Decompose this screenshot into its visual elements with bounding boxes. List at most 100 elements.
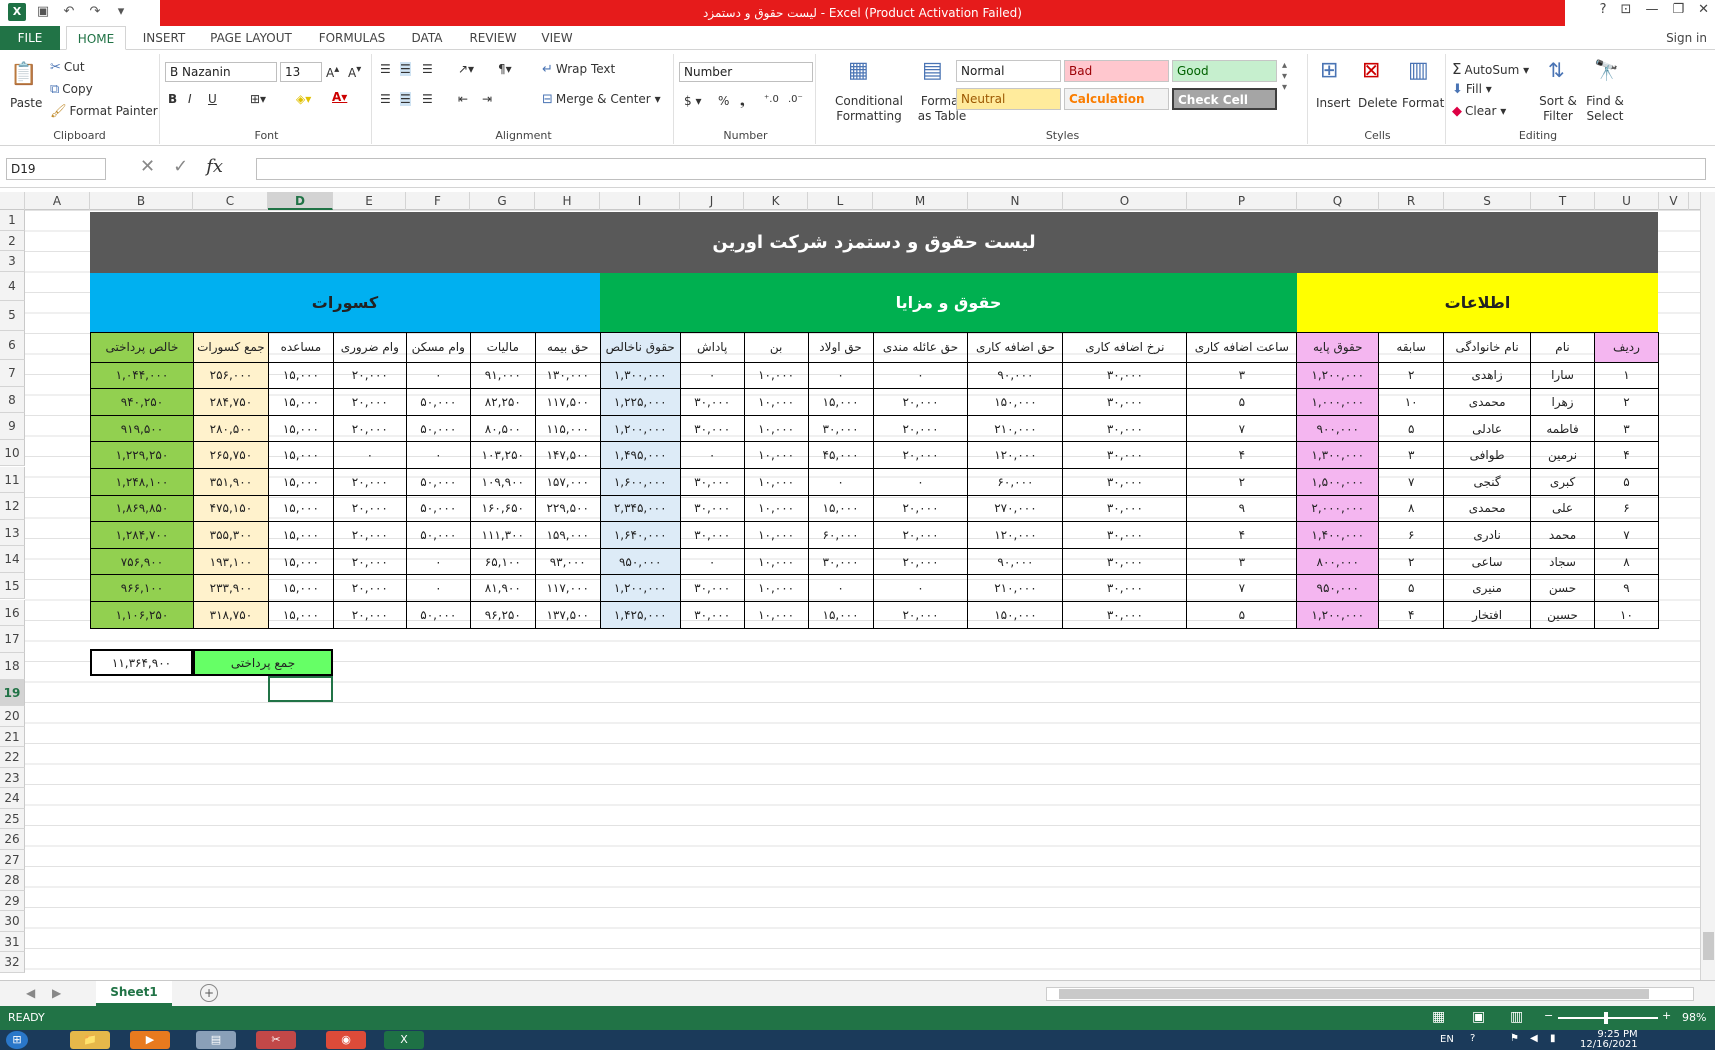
table-cell[interactable]: ۲۵۶,۰۰۰ — [192, 361, 269, 390]
table-cell[interactable]: ۱۲۰,۰۰۰ — [967, 521, 1064, 549]
table-cell[interactable]: ۳۰,۰۰۰ — [807, 547, 874, 576]
table-cell[interactable]: ۲۸۴,۷۵۰ — [192, 388, 269, 416]
minimize-icon[interactable]: — — [1645, 2, 1658, 17]
delete-cells-icon[interactable]: ⊠ — [1362, 58, 1380, 83]
table-cell[interactable]: ۱ — [1593, 361, 1660, 390]
table-cell[interactable]: ۹۳,۰۰۰ — [534, 547, 601, 576]
sort-filter-icon[interactable]: ⇅ — [1548, 58, 1565, 82]
table-cell[interactable]: حسین — [1530, 600, 1595, 629]
row-header-12[interactable]: 12 — [0, 493, 25, 520]
table-cell[interactable]: ۱۲۰,۰۰۰ — [967, 441, 1064, 469]
table-cell[interactable]: ۱۰,۰۰۰ — [743, 467, 809, 496]
table-cell[interactable]: ۰ — [872, 361, 969, 390]
table-cell[interactable]: ۲۸۰,۵۰۰ — [192, 414, 269, 443]
undo-icon[interactable]: ↶ — [60, 3, 78, 21]
table-cell[interactable]: ۳ — [1186, 547, 1298, 576]
vertical-scrollbar[interactable] — [1700, 192, 1715, 980]
table-cell[interactable]: ۲۰,۰۰۰ — [872, 441, 969, 469]
normal-view-icon[interactable]: ▦ — [1432, 1009, 1445, 1025]
table-cell[interactable]: ۱۵,۰۰۰ — [267, 574, 334, 602]
table-cell[interactable]: ۰ — [872, 467, 969, 496]
table-cell[interactable]: ۱,۲۴۸,۱۰۰ — [90, 467, 194, 496]
table-cell[interactable]: ۳۰,۰۰۰ — [679, 414, 745, 443]
font-name-select[interactable]: B Nazanin — [165, 62, 277, 82]
row-header-13[interactable]: 13 — [0, 519, 25, 547]
table-cell[interactable]: ۳۰,۰۰۰ — [1062, 600, 1188, 629]
table-cell[interactable]: ۱۵,۰۰۰ — [267, 494, 334, 523]
row-header-6[interactable]: 6 — [0, 330, 25, 361]
zoom-slider[interactable] — [1558, 1012, 1658, 1024]
table-cell[interactable]: ۰ — [679, 441, 745, 469]
sort-filter-button[interactable]: Sort & Filter — [1536, 94, 1580, 124]
name-box[interactable]: D19 — [6, 158, 106, 180]
table-cell[interactable]: ۱۰,۰۰۰ — [743, 441, 809, 469]
table-cell[interactable]: ۲ — [1378, 361, 1445, 390]
table-cell[interactable]: ۱,۲۰۰,۰۰۰ — [599, 574, 681, 602]
table-cell[interactable]: ۱۳۷,۵۰۰ — [534, 600, 601, 629]
format-cells-icon[interactable]: ▥ — [1408, 58, 1429, 83]
table-cell[interactable]: ۰ — [332, 441, 407, 469]
tab-page-layout[interactable]: PAGE LAYOUT — [204, 26, 298, 50]
shrink-font-icon[interactable]: A▾ — [348, 64, 361, 80]
close-icon[interactable]: ✕ — [1698, 2, 1709, 17]
table-cell[interactable]: ۵ — [1593, 467, 1660, 496]
table-cell[interactable]: ۲۰,۰۰۰ — [872, 388, 969, 416]
table-cell[interactable]: ۵ — [1378, 414, 1445, 443]
column-header-cell[interactable]: حق عائله مندی — [872, 332, 969, 363]
table-cell[interactable]: ۱,۲۲۹,۲۵۰ — [90, 441, 194, 469]
table-cell[interactable]: ۲۰,۰۰۰ — [332, 600, 407, 629]
table-cell[interactable]: ۸۰,۵۰۰ — [469, 414, 536, 443]
table-cell[interactable]: ۹۰,۰۰۰ — [967, 547, 1064, 576]
table-cell[interactable]: ۶ — [1593, 494, 1660, 523]
table-cell[interactable]: ۰ — [807, 574, 874, 602]
table-cell[interactable]: ۱,۴۰۰,۰۰۰ — [1296, 521, 1380, 549]
ribbon-display-icon[interactable]: ⊡ — [1621, 2, 1632, 17]
table-cell[interactable]: منیری — [1443, 574, 1532, 602]
table-cell[interactable]: ۴ — [1378, 600, 1445, 629]
table-cell[interactable]: علی — [1530, 494, 1595, 523]
table-cell[interactable]: ۱۵,۰۰۰ — [267, 361, 334, 390]
sheet-tab-sheet1[interactable]: Sheet1 — [96, 981, 172, 1006]
column-header-cell[interactable]: وام مسکن — [405, 332, 471, 363]
increase-indent-icon[interactable]: ⇥ — [482, 92, 492, 106]
col-header-g[interactable]: G — [470, 192, 535, 210]
row-header-32[interactable]: 32 — [0, 952, 25, 973]
column-header-cell[interactable]: حقوق پایه — [1296, 332, 1380, 363]
table-cell[interactable]: ۹۰۰,۰۰۰ — [1296, 414, 1380, 443]
col-header-o[interactable]: O — [1063, 192, 1187, 210]
table-cell[interactable]: ۲۰,۰۰۰ — [872, 494, 969, 523]
column-header-cell[interactable]: وام ضروری — [332, 332, 407, 363]
conditional-formatting-button[interactable]: Conditional Formatting — [824, 94, 914, 124]
table-cell[interactable]: ۷ — [1378, 467, 1445, 496]
column-header-cell[interactable]: سابقه — [1378, 332, 1445, 363]
row-header-18[interactable]: 18 — [0, 652, 25, 680]
next-sheet-icon[interactable]: ▶ — [52, 986, 61, 1000]
table-cell[interactable]: ۱۰,۰۰۰ — [743, 600, 809, 629]
row-header-23[interactable]: 23 — [0, 767, 25, 789]
table-cell[interactable]: ۵۰,۰۰۰ — [405, 521, 471, 549]
table-cell[interactable]: ۰ — [807, 361, 874, 390]
conditional-formatting-icon[interactable]: ▦ — [848, 58, 869, 83]
table-cell[interactable]: ۷ — [1186, 574, 1298, 602]
table-cell[interactable]: ۱۱۱,۳۰۰ — [469, 521, 536, 549]
horizontal-scrollbar[interactable] — [1046, 987, 1694, 1001]
table-cell[interactable]: ۱۶۰,۶۵۰ — [469, 494, 536, 523]
row-header-2[interactable]: 2 — [0, 230, 25, 251]
tab-insert[interactable]: INSERT — [134, 26, 194, 50]
table-cell[interactable]: ۲,۳۴۵,۰۰۰ — [599, 494, 681, 523]
table-cell[interactable]: ۳۰,۰۰۰ — [1062, 414, 1188, 443]
table-cell[interactable]: ۱,۲۰۰,۰۰۰ — [1296, 600, 1380, 629]
table-cell[interactable]: ۲ — [1593, 388, 1660, 416]
table-cell[interactable]: ۱,۸۶۹,۸۵۰ — [90, 494, 194, 523]
clear-button[interactable]: ◆ Clear ▾ — [1452, 104, 1506, 119]
col-header-m[interactable]: M — [873, 192, 968, 210]
help-tray-icon[interactable]: ? — [1470, 1033, 1475, 1044]
table-cell[interactable]: ۱,۰۴۴,۰۰۰ — [90, 361, 194, 390]
table-cell[interactable]: ۹۵۰,۰۰۰ — [1296, 574, 1380, 602]
table-cell[interactable]: ۲۰,۰۰۰ — [872, 414, 969, 443]
network-icon[interactable]: ▮ — [1550, 1033, 1556, 1044]
language-indicator[interactable]: EN — [1440, 1034, 1454, 1045]
table-cell[interactable]: ۱۱۷,۰۰۰ — [534, 574, 601, 602]
table-cell[interactable]: ۱۵,۰۰۰ — [267, 547, 334, 576]
table-cell[interactable]: ۹۱۹,۵۰۰ — [90, 414, 194, 443]
